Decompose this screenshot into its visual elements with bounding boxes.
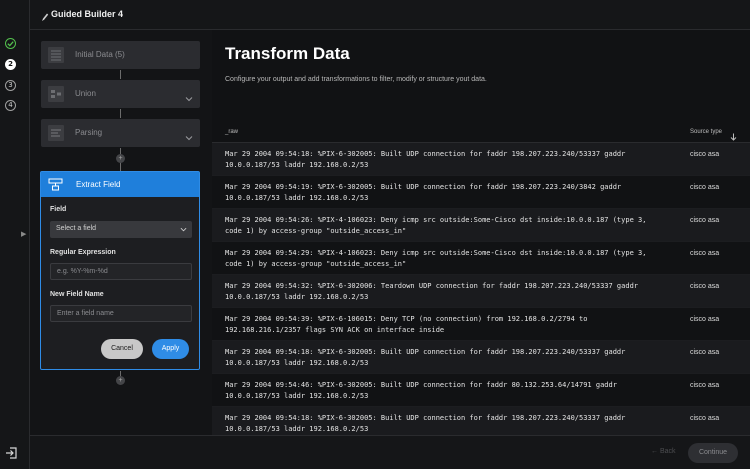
table-row[interactable]: Mar 29 2004 09:54:18: %PIX-6-302005: Bui… bbox=[212, 407, 750, 435]
node-label: Initial Data (5) bbox=[75, 50, 125, 59]
source-cell: cisco asa bbox=[690, 316, 720, 323]
pipeline-column: Initial Data (5) Union Parsing + Extract… bbox=[30, 30, 212, 435]
table-row[interactable]: Mar 29 2004 09:54:18: %PIX-6-302005: Bui… bbox=[212, 143, 750, 176]
step-3-indicator[interactable]: 3 bbox=[5, 80, 16, 91]
table-row[interactable]: Mar 29 2004 09:54:29: %PIX-4-106023: Den… bbox=[212, 242, 750, 275]
table-row[interactable]: Mar 29 2004 09:54:19: %PIX-6-302005: Bui… bbox=[212, 176, 750, 209]
page-subtitle: Configure your output and add transforma… bbox=[225, 76, 487, 83]
raw-cell: Mar 29 2004 09:54:18: %PIX-6-302005: Bui… bbox=[225, 150, 626, 169]
column-header-source-type[interactable]: Source type bbox=[690, 129, 722, 135]
step-4-indicator[interactable]: 4 bbox=[5, 100, 16, 111]
expand-rail-icon[interactable]: ▶ bbox=[21, 230, 26, 238]
apply-button[interactable]: Apply bbox=[152, 339, 189, 359]
pipeline-node-union[interactable]: Union bbox=[41, 80, 200, 108]
field-select-value: Select a field bbox=[56, 225, 97, 232]
pipeline-node-initial-data[interactable]: Initial Data (5) bbox=[41, 41, 200, 69]
extract-field-panel: Extract Field Field Select a field Regul… bbox=[40, 171, 200, 370]
back-button[interactable]: ← Back bbox=[651, 448, 676, 455]
step-1-complete-icon[interactable] bbox=[5, 38, 16, 49]
table-icon bbox=[47, 46, 65, 64]
chevron-down-icon bbox=[180, 226, 187, 233]
extract-field-icon bbox=[48, 178, 63, 191]
source-cell: cisco asa bbox=[690, 217, 720, 224]
panel-title: Extract Field bbox=[76, 180, 121, 189]
add-step-icon[interactable]: + bbox=[116, 376, 125, 385]
source-cell: cisco asa bbox=[690, 283, 720, 290]
panel-header: Extract Field bbox=[41, 172, 199, 197]
raw-cell: Mar 29 2004 09:54:39: %PIX-6-106015: Den… bbox=[225, 315, 588, 334]
table-row[interactable]: Mar 29 2004 09:54:46: %PIX-6-302005: Bui… bbox=[212, 374, 750, 407]
regex-input[interactable]: e.g. %Y-%m-%d bbox=[50, 263, 192, 280]
field-select[interactable]: Select a field bbox=[50, 221, 192, 238]
new-field-name-placeholder: Enter a field name bbox=[57, 310, 114, 317]
raw-cell: Mar 29 2004 09:54:32: %PIX-6-302006: Tea… bbox=[225, 282, 639, 301]
pipeline-node-parsing[interactable]: Parsing bbox=[41, 119, 200, 147]
bottom-bar: ← Back Continue bbox=[30, 435, 750, 469]
top-bar: Guided Builder 4 bbox=[30, 0, 750, 30]
new-field-name-label: New Field Name bbox=[50, 291, 104, 298]
source-cell: cisco asa bbox=[690, 184, 720, 191]
cancel-button[interactable]: Cancel bbox=[101, 339, 143, 359]
source-cell: cisco asa bbox=[690, 250, 720, 257]
new-field-name-input[interactable]: Enter a field name bbox=[50, 305, 192, 322]
source-cell: cisco asa bbox=[690, 349, 720, 356]
step-2-indicator[interactable]: 2 bbox=[5, 59, 16, 70]
connector bbox=[120, 109, 121, 118]
table-row[interactable]: Mar 29 2004 09:54:26: %PIX-4-106023: Den… bbox=[212, 209, 750, 242]
node-label: Union bbox=[75, 89, 96, 98]
table-row[interactable]: Mar 29 2004 09:54:18: %PIX-6-302005: Bui… bbox=[212, 341, 750, 374]
data-table: _raw Source type Mar 29 2004 09:54:18: %… bbox=[212, 121, 750, 435]
raw-cell: Mar 29 2004 09:54:29: %PIX-4-106023: Den… bbox=[225, 249, 647, 268]
raw-cell: Mar 29 2004 09:54:19: %PIX-6-302005: Bui… bbox=[225, 183, 622, 202]
source-cell: cisco asa bbox=[690, 415, 720, 422]
page-title: Transform Data bbox=[225, 44, 350, 63]
app-title: Guided Builder 4 bbox=[51, 9, 124, 19]
raw-cell: Mar 29 2004 09:54:18: %PIX-6-302005: Bui… bbox=[225, 348, 626, 367]
chevron-down-icon[interactable] bbox=[185, 90, 193, 102]
raw-cell: Mar 29 2004 09:54:26: %PIX-4-106023: Den… bbox=[225, 216, 647, 235]
back-label: Back bbox=[659, 448, 676, 455]
column-header-raw[interactable]: _raw bbox=[225, 129, 238, 135]
exit-icon[interactable] bbox=[5, 446, 17, 459]
chevron-down-icon[interactable] bbox=[185, 129, 193, 141]
table-row[interactable]: Mar 29 2004 09:54:32: %PIX-6-302006: Tea… bbox=[212, 275, 750, 308]
main-content: Transform Data Configure your output and… bbox=[212, 30, 750, 435]
regex-label: Regular Expression bbox=[50, 249, 116, 256]
node-label: Parsing bbox=[75, 128, 103, 137]
raw-cell: Mar 29 2004 09:54:18: %PIX-6-302005: Bui… bbox=[225, 414, 626, 433]
union-icon bbox=[47, 85, 65, 103]
sort-arrow-down-icon[interactable] bbox=[730, 128, 737, 141]
regex-placeholder: e.g. %Y-%m-%d bbox=[57, 268, 108, 275]
source-cell: cisco asa bbox=[690, 151, 720, 158]
table-header: _raw Source type bbox=[212, 121, 750, 143]
table-row[interactable]: Mar 29 2004 09:54:39: %PIX-6-106015: Den… bbox=[212, 308, 750, 341]
add-step-icon[interactable]: + bbox=[116, 154, 125, 163]
connector bbox=[120, 70, 121, 79]
parsing-icon bbox=[47, 124, 65, 142]
field-label: Field bbox=[50, 206, 67, 213]
raw-cell: Mar 29 2004 09:54:46: %PIX-6-302005: Bui… bbox=[225, 381, 617, 400]
source-cell: cisco asa bbox=[690, 382, 720, 389]
step-rail: 2 3 4 ▶ bbox=[0, 0, 30, 469]
continue-button[interactable]: Continue bbox=[688, 443, 738, 463]
